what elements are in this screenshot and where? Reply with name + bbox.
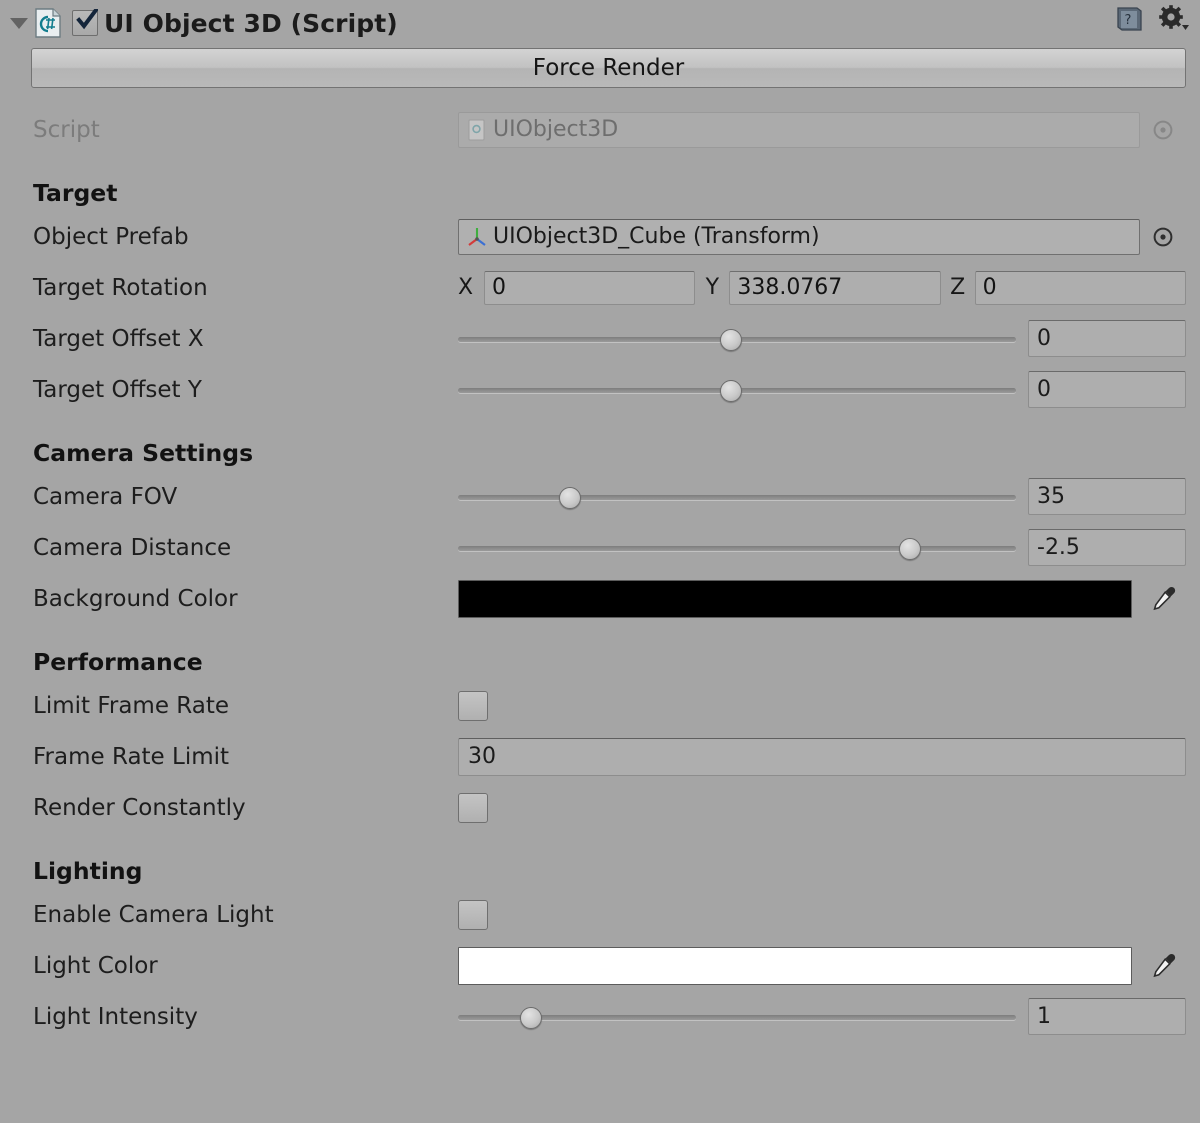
light-intensity-label: Light Intensity: [33, 1003, 198, 1030]
object-prefab-label: Object Prefab: [33, 223, 189, 250]
section-heading-target: Target: [33, 179, 118, 207]
slider-track: [458, 545, 1016, 551]
slider-handle[interactable]: [720, 379, 743, 402]
light-intensity-slider[interactable]: [458, 1000, 1016, 1034]
target-rotation-x-input[interactable]: 0: [484, 270, 696, 305]
slider-handle[interactable]: [558, 486, 581, 509]
object-prefab-value: UIObject3D_Cube (Transform): [493, 224, 820, 249]
row-light-color: Light Color: [33, 940, 1186, 991]
slider-handle[interactable]: [898, 537, 921, 560]
light-color-label: Light Color: [33, 952, 158, 979]
csharp-script-icon: [34, 8, 62, 38]
slider-track: [458, 1014, 1016, 1020]
row-frame-rate-limit: Frame Rate Limit 30: [33, 731, 1186, 782]
render-constantly-label: Render Constantly: [33, 794, 246, 821]
row-camera-fov: Camera FOV 35: [33, 471, 1186, 522]
row-target-offset-y: Target Offset Y 0: [33, 364, 1186, 415]
slider-handle[interactable]: [519, 1006, 542, 1029]
axis-label-y: Y: [705, 275, 720, 300]
axis-label-z: Z: [950, 275, 966, 300]
target-offset-y-label: Target Offset Y: [33, 376, 202, 403]
enable-camera-light-label: Enable Camera Light: [33, 901, 274, 928]
target-offset-x-label: Target Offset X: [33, 325, 204, 352]
target-offset-y-input[interactable]: 0: [1028, 371, 1186, 408]
row-limit-frame-rate: Limit Frame Rate: [33, 680, 1186, 731]
eyedropper-icon[interactable]: [1140, 584, 1186, 614]
row-object-prefab: Object Prefab UIObject3D_Cube (Transform…: [33, 211, 1186, 262]
axis-label-x: X: [458, 275, 474, 300]
header-actions: ?: [1114, 4, 1190, 34]
target-offset-y-slider[interactable]: [458, 373, 1016, 407]
script-value: UIObject3D: [493, 117, 619, 142]
target-offset-x-slider[interactable]: [458, 322, 1016, 356]
help-book-icon[interactable]: ?: [1114, 4, 1144, 34]
render-constantly-checkbox[interactable]: [458, 792, 488, 823]
script-asset-icon: [465, 118, 489, 142]
transform-gizmo-icon: [465, 225, 489, 249]
row-enable-camera-light: Enable Camera Light: [33, 889, 1186, 940]
camera-distance-slider[interactable]: [458, 531, 1016, 565]
script-label: Script: [33, 116, 100, 143]
row-background-color: Background Color: [33, 573, 1186, 624]
limit-frame-rate-label: Limit Frame Rate: [33, 692, 230, 719]
foldout-toggle[interactable]: [6, 10, 32, 36]
slider-handle[interactable]: [720, 328, 743, 351]
inspector-rows: Script UIObject3D Target Object Prefab U…: [0, 88, 1200, 1042]
object-prefab-field[interactable]: UIObject3D_Cube (Transform): [458, 218, 1140, 255]
component-header: UI Object 3D (Script) ?: [0, 0, 1200, 46]
frame-rate-limit-label: Frame Rate Limit: [33, 743, 230, 770]
row-camera-distance: Camera Distance -2.5: [33, 522, 1186, 573]
target-rotation-y-input[interactable]: 338.0767: [729, 270, 941, 305]
target-rotation-label: Target Rotation: [33, 274, 208, 301]
background-color-swatch[interactable]: [458, 579, 1132, 618]
enable-camera-light-checkbox[interactable]: [458, 899, 488, 930]
target-offset-x-input[interactable]: 0: [1028, 320, 1186, 357]
row-target-offset-x: Target Offset X 0: [33, 313, 1186, 364]
section-heading-lighting: Lighting: [33, 857, 143, 885]
row-script: Script UIObject3D: [33, 104, 1186, 155]
background-color-label: Background Color: [33, 585, 238, 612]
row-light-intensity: Light Intensity 1: [33, 991, 1186, 1042]
component-title: UI Object 3D (Script): [104, 8, 398, 38]
script-object-field: UIObject3D: [458, 111, 1140, 148]
camera-fov-label: Camera FOV: [33, 483, 178, 510]
camera-fov-slider[interactable]: [458, 480, 1016, 514]
slider-track: [458, 494, 1016, 500]
camera-distance-label: Camera Distance: [33, 534, 232, 561]
force-render-button[interactable]: Force Render: [31, 48, 1186, 88]
camera-distance-input[interactable]: -2.5: [1028, 529, 1186, 566]
light-color-swatch[interactable]: [458, 946, 1132, 985]
limit-frame-rate-checkbox[interactable]: [458, 690, 488, 721]
row-render-constantly: Render Constantly: [33, 782, 1186, 833]
frame-rate-limit-input[interactable]: 30: [458, 737, 1186, 776]
checkmark-icon: [76, 9, 98, 30]
component-enabled-checkbox[interactable]: [72, 9, 98, 36]
target-rotation-vector3: X 0 Y 338.0767 Z 0: [458, 270, 1186, 305]
light-intensity-input[interactable]: 1: [1028, 998, 1186, 1035]
svg-text:?: ?: [1125, 13, 1132, 28]
chevron-down-icon: [10, 17, 28, 29]
target-rotation-z-input[interactable]: 0: [974, 270, 1186, 305]
camera-fov-input[interactable]: 35: [1028, 478, 1186, 515]
settings-gear-icon[interactable]: [1158, 4, 1190, 34]
object-picker-icon[interactable]: [1140, 225, 1186, 249]
eyedropper-icon[interactable]: [1140, 951, 1186, 981]
section-heading-camera-settings: Camera Settings: [33, 439, 254, 467]
row-target-rotation: Target Rotation X 0 Y 338.0767 Z 0: [33, 262, 1186, 313]
object-picker-icon: [1140, 118, 1186, 142]
force-render-row: Force Render: [0, 46, 1200, 88]
section-heading-performance: Performance: [33, 648, 203, 676]
